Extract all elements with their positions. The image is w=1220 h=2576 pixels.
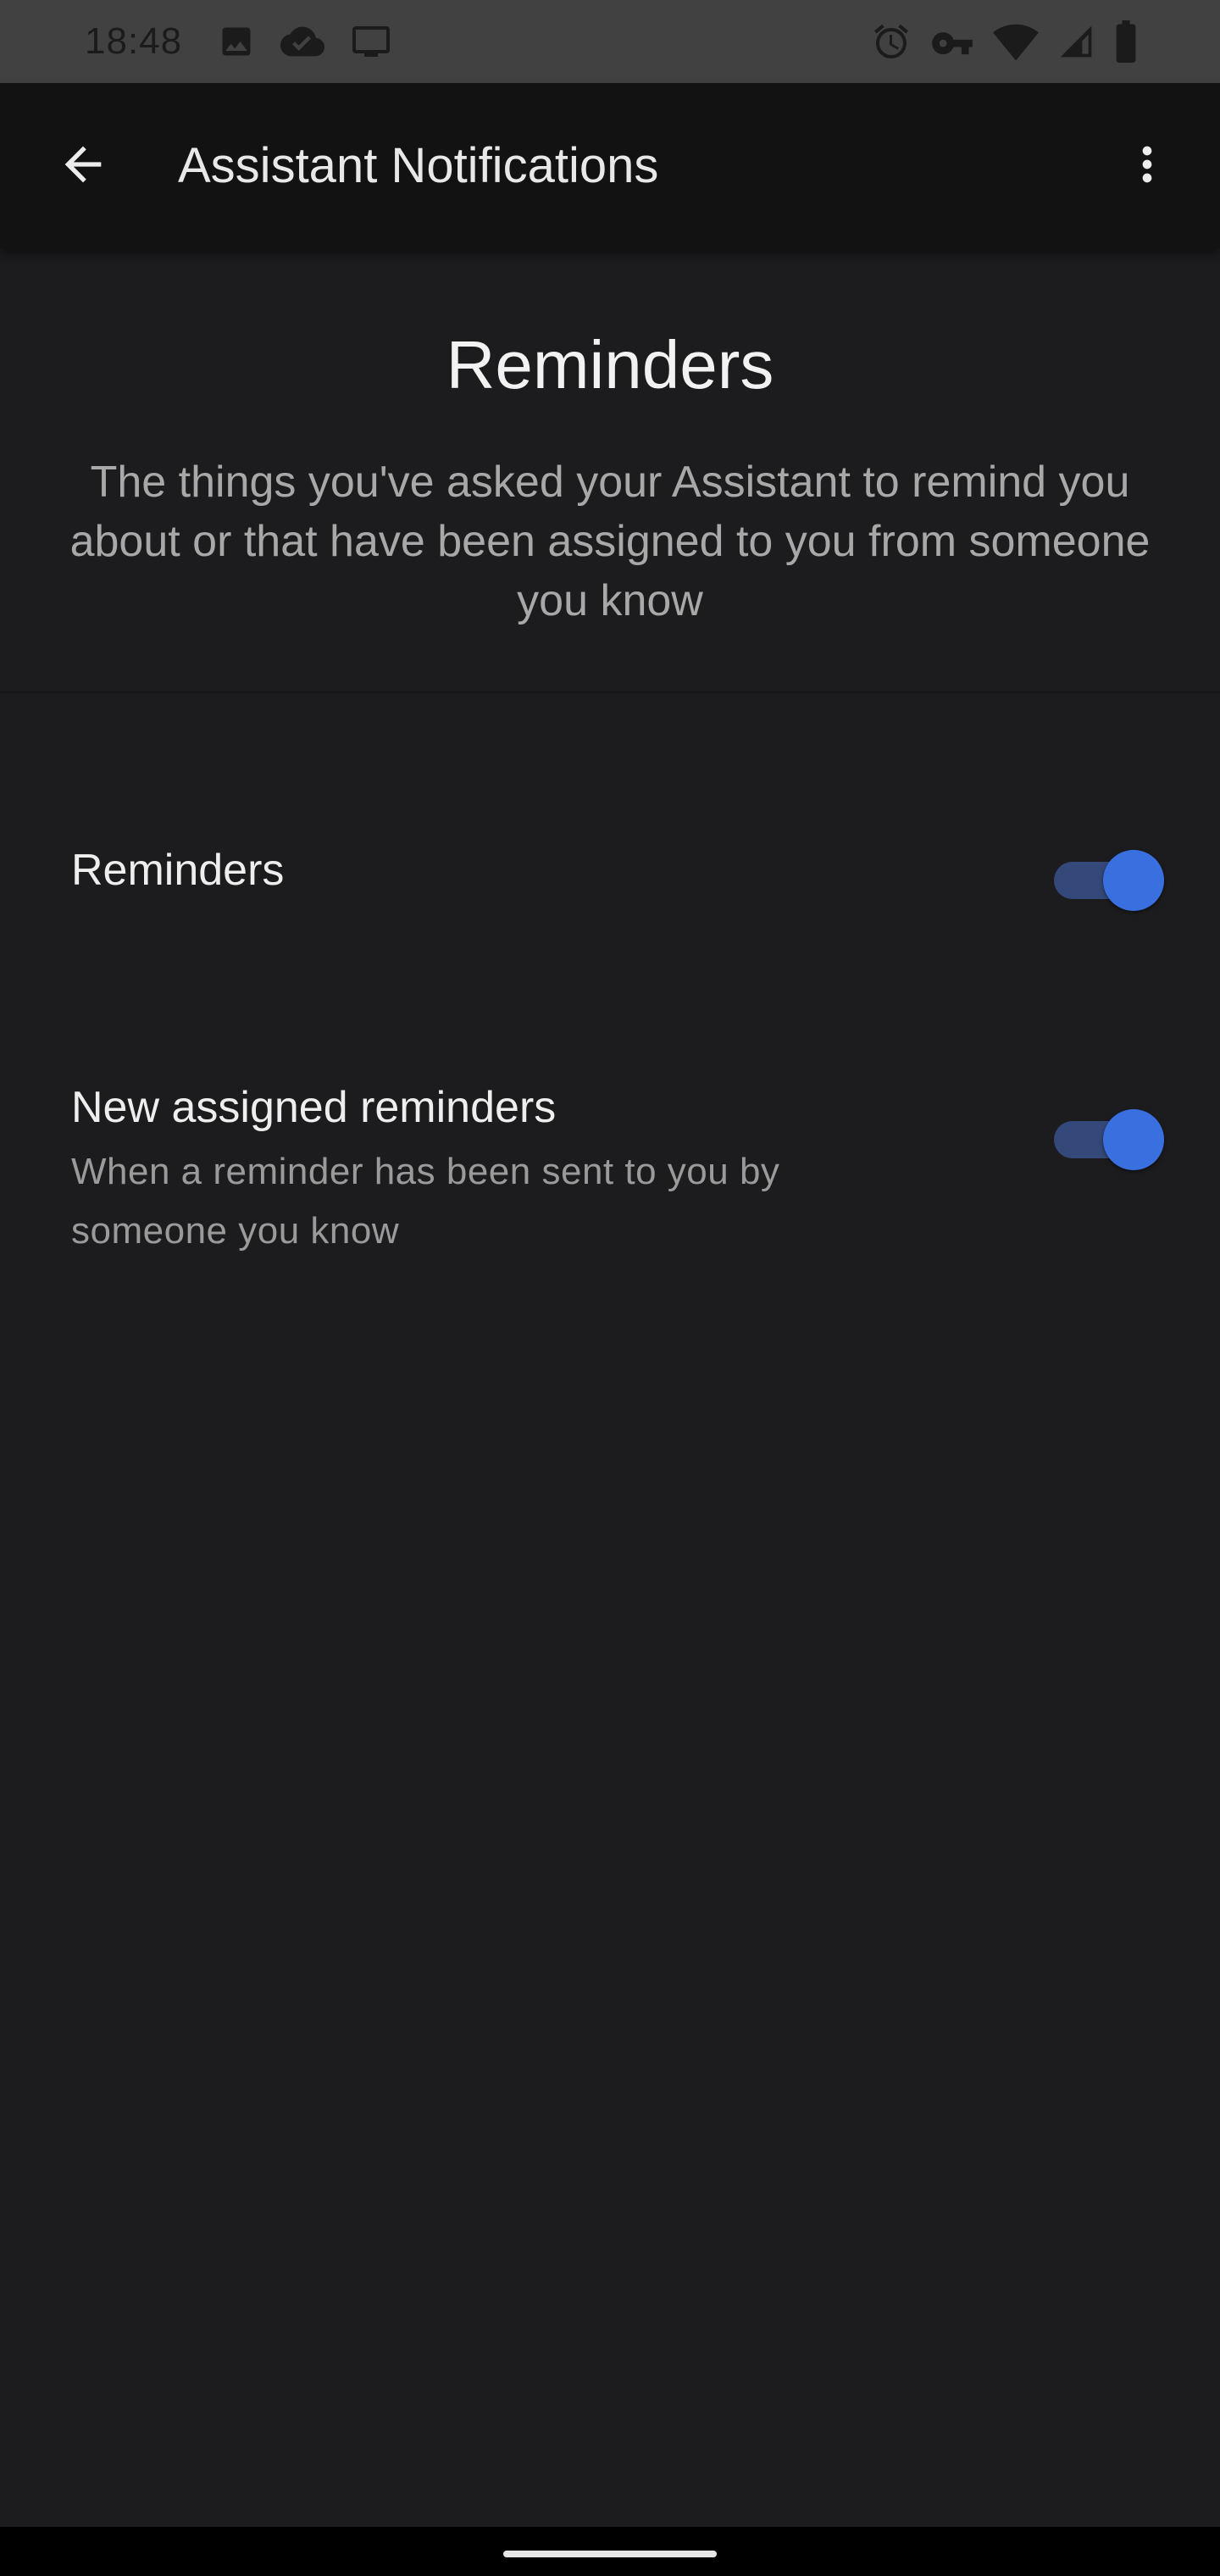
back-button[interactable] (51, 134, 115, 198)
home-indicator[interactable] (503, 2551, 717, 2557)
status-time: 18:48 (85, 20, 183, 62)
status-bar: 18:48 (0, 0, 1220, 83)
signal-icon (1057, 23, 1095, 60)
status-right-icons (871, 20, 1139, 63)
status-left-icons (218, 23, 392, 60)
setting-row-new-assigned-reminders[interactable]: New assigned reminders When a reminder h… (0, 1051, 1220, 1271)
wifi-icon (993, 21, 1039, 62)
alarm-icon (871, 21, 912, 62)
reminders-header: Reminders The things you've asked your A… (0, 249, 1220, 693)
image-icon (218, 23, 255, 60)
app-title: Assistant Notifications (178, 138, 659, 193)
cloud-icon (280, 23, 325, 60)
toggle-thumb (1103, 850, 1164, 911)
battery-icon (1113, 20, 1139, 63)
cast-icon (350, 23, 392, 60)
setting-subtitle: When a reminder has been sent to you by … (71, 1151, 780, 1252)
section-title: Reminders (446, 327, 774, 402)
vpn-key-icon (930, 21, 974, 62)
toggle-thumb (1103, 1109, 1164, 1170)
new-assigned-reminders-toggle[interactable] (1054, 1109, 1164, 1170)
more-options-button[interactable] (1115, 134, 1179, 198)
section-description: The things you've asked your Assistant t… (69, 458, 1151, 625)
setting-label: Reminders (71, 846, 285, 895)
more-vert-icon (1120, 137, 1174, 196)
setting-row-reminders[interactable]: Reminders (0, 813, 1220, 949)
app-bar: Assistant Notifications (0, 83, 1220, 249)
arrow-back-icon (56, 137, 110, 196)
navigation-bar (0, 2527, 1220, 2576)
reminders-toggle[interactable] (1054, 850, 1164, 911)
setting-label: New assigned reminders (71, 1083, 557, 1132)
screen: 18:48 Assistant Notifications Reminders … (0, 0, 1220, 2576)
